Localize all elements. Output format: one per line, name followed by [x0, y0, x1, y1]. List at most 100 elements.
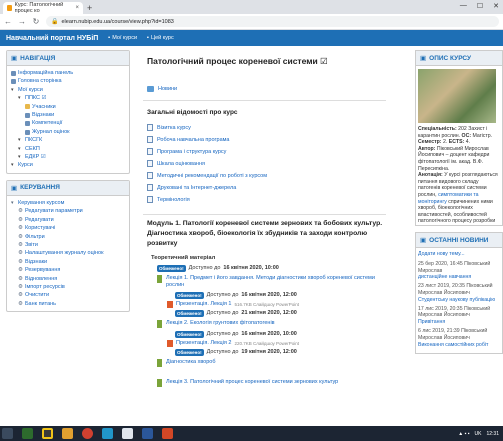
resource-link[interactable]: Друковані та Інтернет-джерела: [147, 184, 386, 193]
menu-my-courses[interactable]: ▪ Мої курси: [108, 35, 137, 41]
tab-close-icon[interactable]: ×: [75, 5, 79, 11]
nav-item[interactable]: ▾ Мої курси: [11, 86, 125, 94]
admin-item[interactable]: ⚙ Банк питань: [11, 300, 125, 308]
nav-item-label: Мої курси: [18, 86, 43, 93]
minimize-icon[interactable]: —: [460, 2, 467, 10]
right-column: ▣ ОПИС КУРСУ Спеціальність: 202 Захист і…: [415, 50, 503, 355]
admin-item-label: Фільтри: [24, 233, 45, 240]
new-tab-button[interactable]: +: [87, 2, 92, 14]
app-icon[interactable]: [22, 428, 33, 439]
chrome-icon[interactable]: [82, 428, 93, 439]
nav-item-label: Інформаційна панель: [18, 70, 74, 76]
news-title[interactable]: Студентську наукову публікацію: [418, 297, 500, 304]
admin-item[interactable]: ⚙ Редагувати: [11, 216, 125, 224]
resource-link[interactable]: Робоча навчальна програма: [147, 136, 386, 145]
expand-icon[interactable]: ▾: [11, 86, 16, 94]
tray-icons[interactable]: ▲ ▪ ▪: [458, 431, 469, 437]
browser-tab[interactable]: Курс: Патологічний процес ко ×: [3, 2, 83, 14]
file-icon: [147, 172, 153, 180]
explorer-icon[interactable]: [62, 428, 73, 439]
lecture-link[interactable]: Лекція 1. Предмет і його завдання. Метод…: [157, 274, 386, 289]
collapse-icon[interactable]: ▣: [420, 236, 426, 244]
course-summary-header[interactable]: ▣ ОПИС КУРСУ: [415, 50, 503, 66]
nav-item-label: Компетенції: [32, 120, 63, 127]
nav-item[interactable]: ▾ ЕДКР ☑: [11, 153, 125, 161]
admin-item-label: Банк питань: [24, 300, 57, 307]
resource-link[interactable]: Термінологія: [147, 196, 386, 205]
lecture-link[interactable]: Лекція 2. Екологія грунтових фітопатоген…: [157, 319, 386, 328]
restricted-badge: Обмежено!: [175, 309, 204, 317]
nav-item[interactable]: ▾ ПКСГК: [11, 136, 125, 144]
resource-link[interactable]: Методичні рекомендації по роботі з курсо…: [147, 172, 386, 181]
nav-item[interactable]: Учасники: [11, 103, 125, 111]
admin-item-label: Очистити: [24, 292, 50, 299]
admin-item[interactable]: ▾ Керування курсом: [11, 199, 125, 207]
expand-icon[interactable]: ▾: [18, 153, 23, 161]
nav-item[interactable]: Журнал оцінок: [11, 128, 125, 136]
admin-item[interactable]: ⚙ Звіти: [11, 241, 125, 249]
back-icon[interactable]: ←: [4, 17, 12, 26]
latest-news-header[interactable]: ▣ ОСТАННІ НОВИНИ: [415, 232, 503, 248]
site-brand[interactable]: Навчальний портал НУБіП: [6, 35, 98, 42]
nav-item[interactable]: Компетенції: [11, 119, 125, 127]
admin-item[interactable]: ⚙ Відзнаки: [11, 258, 125, 266]
admin-item[interactable]: ⚙ Налаштування журналу оцінок: [11, 249, 125, 257]
clock[interactable]: 12:31: [486, 431, 499, 437]
latest-news: Додати нову тему... 25 бер 2020, 16:45 П…: [415, 248, 503, 355]
expand-icon[interactable]: ▾: [18, 94, 23, 102]
language-indicator[interactable]: UK: [475, 431, 482, 437]
nav-item[interactable]: ▾ ППКС ☑: [11, 94, 125, 102]
maximize-icon[interactable]: ☐: [477, 2, 483, 10]
add-topic-link[interactable]: Додати нову тему...: [418, 251, 500, 258]
menu-this-course[interactable]: ▪ Цей курс: [147, 35, 174, 41]
expand-icon[interactable]: ▾: [11, 161, 16, 169]
news-title[interactable]: дистанційне навчання: [418, 274, 500, 281]
start-icon[interactable]: [2, 428, 13, 439]
admin-item[interactable]: ⚙ Відновлення: [11, 275, 125, 283]
expand-icon[interactable]: ▾: [18, 136, 23, 144]
presentation-link[interactable]: Презентація. Лекція 1 516.7KB Слайдшоу Po…: [167, 300, 386, 308]
administration-block-header[interactable]: ▣ КЕРУВАННЯ: [7, 180, 129, 196]
nav-item[interactable]: ▾ СЕКП: [11, 145, 125, 153]
lecture-link[interactable]: Діагностика хвороб: [157, 358, 386, 367]
nav-item[interactable]: Інформаційна панель: [11, 69, 125, 77]
expand-icon[interactable]: ▾: [11, 199, 16, 207]
admin-item[interactable]: ⚙ Резервування: [11, 266, 125, 274]
news-title[interactable]: Привітання: [418, 319, 500, 326]
lock-icon: 🔒: [51, 19, 59, 25]
navigation-block-header[interactable]: ▣ НАВІГАЦІЯ: [7, 51, 129, 66]
reload-icon[interactable]: ↻: [32, 17, 40, 26]
admin-item[interactable]: ⚙ Імпорт ресурсів: [11, 283, 125, 291]
presentation-link[interactable]: Презентація. Лекція 2 220.7KB Слайдшоу Po…: [167, 339, 386, 347]
resource-link[interactable]: Візитка курсу: [147, 124, 386, 133]
app-icon[interactable]: [42, 428, 53, 439]
expand-icon[interactable]: ▾: [18, 145, 23, 153]
page-icon: [11, 79, 16, 85]
address-bar[interactable]: 🔒 elearn.nubip.edu.ua/course/view.php?id…: [46, 16, 499, 27]
close-window-icon[interactable]: ✕: [493, 2, 499, 10]
admin-item[interactable]: ⚙ Фільтри: [11, 233, 125, 241]
section-general: Загальні відомості про курс Візитка курс…: [143, 101, 386, 215]
restriction-info: Обмежено! Доступно до 19 квітня 2020, 12:0…: [175, 348, 297, 356]
nav-item[interactable]: ▾ Курси: [11, 161, 125, 169]
news-forum-link[interactable]: Новини: [147, 85, 386, 94]
word-icon[interactable]: [142, 428, 153, 439]
powerpoint-icon[interactable]: [162, 428, 173, 439]
collapse-icon[interactable]: ▣: [11, 54, 17, 62]
lecture-link[interactable]: Лекція 3. Патологічний процес кореневої …: [157, 378, 386, 387]
nav-item[interactable]: Відзнаки: [11, 111, 125, 119]
app-icon[interactable]: [122, 428, 133, 439]
collapse-icon[interactable]: ▣: [420, 54, 426, 62]
news-title[interactable]: Виконання самостійних робіт: [418, 342, 500, 349]
forward-icon[interactable]: →: [18, 17, 26, 26]
app-icon[interactable]: [102, 428, 113, 439]
admin-item-label: Керування курсом: [18, 199, 65, 206]
resource-link[interactable]: Шкала оцінювання: [147, 160, 386, 169]
admin-item[interactable]: ⚙ Редагувати параметри: [11, 207, 125, 215]
theory-subtitle: Теоретичний матеріал: [151, 254, 216, 261]
nav-item[interactable]: Головна сторінка: [11, 77, 125, 85]
resource-link[interactable]: Програма і структура курсу: [147, 148, 386, 157]
admin-item[interactable]: ⚙ Очистити: [11, 291, 125, 299]
admin-item[interactable]: ⚙ Користувачі: [11, 224, 125, 232]
collapse-icon[interactable]: ▣: [11, 184, 17, 192]
